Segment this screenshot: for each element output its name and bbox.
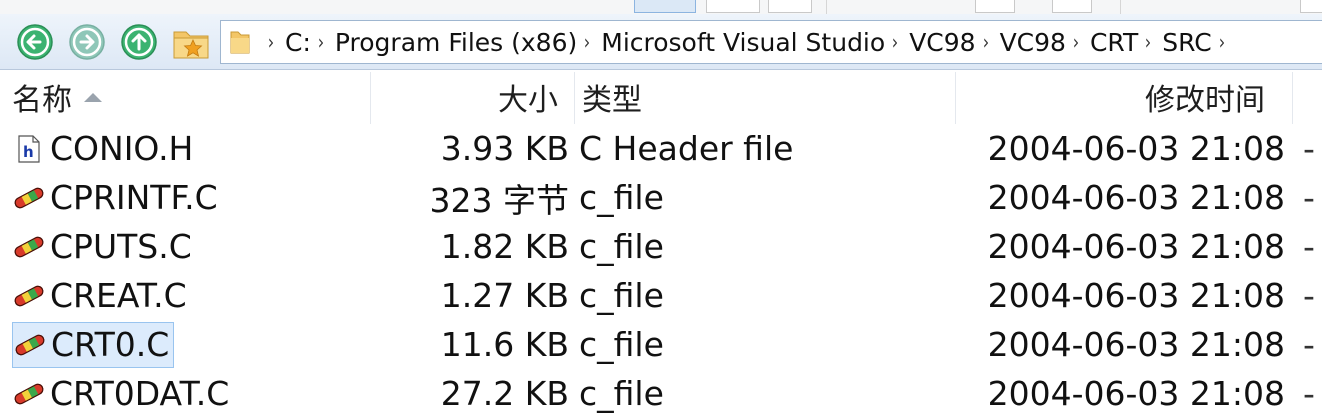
file-type: c_file bbox=[579, 325, 664, 364]
file-name-cell: CPUTS.C bbox=[12, 224, 196, 270]
toolbar-button[interactable] bbox=[1300, 0, 1322, 13]
forward-arrow-icon bbox=[69, 24, 105, 60]
toolbar-button[interactable] bbox=[975, 0, 1015, 13]
up-arrow-icon bbox=[121, 24, 157, 60]
file-size: 1.82 KB bbox=[440, 227, 569, 266]
column-header-name[interactable]: 名称 bbox=[12, 70, 102, 124]
up-button[interactable] bbox=[120, 23, 158, 61]
view-details-button[interactable] bbox=[634, 0, 696, 13]
file-row[interactable]: CPRINTF.C 323 字节 c_file 2004-06-03 21:08… bbox=[0, 173, 1322, 222]
c-file-icon bbox=[12, 184, 46, 212]
file-row[interactable]: CRT0DAT.C 27.2 KB c_file 2004-06-03 21:0… bbox=[0, 369, 1322, 418]
file-extra: - bbox=[1303, 374, 1315, 413]
breadcrumb-item-visual-studio[interactable]: Microsoft Visual Studio bbox=[601, 28, 885, 57]
file-name-cell: CRT0DAT.C bbox=[12, 371, 233, 417]
breadcrumb-separator[interactable]: › bbox=[318, 30, 324, 54]
column-header-size[interactable]: 大小 bbox=[498, 70, 558, 124]
file-name-cell: h CONIO.H bbox=[12, 126, 197, 172]
file-name: CRT0.C bbox=[51, 325, 170, 364]
column-header-size-label: 大小 bbox=[498, 83, 558, 118]
address-bar[interactable]: › C: › Program Files (x86) › Microsoft V… bbox=[220, 20, 1322, 64]
c-file-icon bbox=[12, 380, 46, 408]
column-header-type[interactable]: 类型 bbox=[582, 70, 642, 124]
column-header-modified[interactable]: 修改时间 bbox=[1145, 70, 1265, 124]
c-file-icon bbox=[13, 331, 47, 359]
file-type: C Header file bbox=[579, 129, 794, 168]
file-name: CRT0DAT.C bbox=[50, 374, 230, 413]
breadcrumb-separator[interactable]: › bbox=[268, 30, 274, 54]
file-modified: 2004-06-03 21:08 bbox=[987, 374, 1285, 413]
file-size: 27.2 KB bbox=[440, 374, 569, 413]
column-divider[interactable] bbox=[370, 72, 371, 124]
file-type: c_file bbox=[579, 227, 664, 266]
file-row-selected[interactable]: CRT0.C 11.6 KB c_file 2004-06-03 21:08 - bbox=[0, 320, 1322, 369]
breadcrumb-item-vc98-inner[interactable]: VC98 bbox=[1000, 28, 1066, 57]
file-modified: 2004-06-03 21:08 bbox=[987, 178, 1285, 217]
c-file-icon bbox=[12, 233, 46, 261]
file-modified: 2004-06-03 21:08 bbox=[987, 325, 1285, 364]
breadcrumb-item-program-files[interactable]: Program Files (x86) bbox=[335, 28, 577, 57]
breadcrumb-item-src[interactable]: SRC bbox=[1162, 28, 1211, 57]
breadcrumb-item-crt[interactable]: CRT bbox=[1090, 28, 1138, 57]
breadcrumb-separator[interactable]: › bbox=[1218, 30, 1224, 54]
toolbar-button[interactable] bbox=[1052, 0, 1092, 13]
h-file-icon: h bbox=[12, 134, 46, 163]
file-name: CREAT.C bbox=[50, 276, 187, 315]
column-headers: 名称 大小 类型 修改时间 bbox=[0, 70, 1322, 124]
svg-text:h: h bbox=[23, 143, 34, 161]
star-folder-icon bbox=[173, 31, 209, 59]
file-name-cell: CRT0.C bbox=[12, 321, 175, 368]
c-file-icon bbox=[12, 282, 46, 310]
recent-locations-button[interactable] bbox=[172, 24, 210, 62]
file-type: c_file bbox=[579, 178, 664, 217]
column-header-type-label: 类型 bbox=[582, 83, 642, 118]
file-row[interactable]: CREAT.C 1.27 KB c_file 2004-06-03 21:08 … bbox=[0, 271, 1322, 320]
file-size: 1.27 KB bbox=[440, 276, 569, 315]
breadcrumb-item-vc98[interactable]: VC98 bbox=[909, 28, 975, 57]
breadcrumb-separator[interactable]: › bbox=[1145, 30, 1151, 54]
file-extra: - bbox=[1303, 227, 1315, 266]
file-name: CPUTS.C bbox=[50, 227, 192, 266]
breadcrumb-separator[interactable]: › bbox=[892, 30, 898, 54]
column-divider[interactable] bbox=[1292, 72, 1293, 124]
file-extra: - bbox=[1303, 276, 1315, 315]
toolbar-divider bbox=[826, 0, 827, 14]
file-size: 323 字节 bbox=[429, 180, 569, 220]
file-extra: - bbox=[1303, 178, 1315, 217]
toolbar-divider bbox=[1120, 0, 1121, 14]
navigation-bar: › C: › Program Files (x86) › Microsoft V… bbox=[0, 14, 1322, 70]
view-list-button[interactable] bbox=[706, 0, 760, 13]
back-arrow-icon bbox=[17, 24, 53, 60]
file-row[interactable]: CPUTS.C 1.82 KB c_file 2004-06-03 21:08 … bbox=[0, 222, 1322, 271]
file-name-cell: CREAT.C bbox=[12, 273, 191, 319]
file-type: c_file bbox=[579, 374, 664, 413]
view-icons-button[interactable] bbox=[768, 0, 812, 13]
file-name: CONIO.H bbox=[50, 129, 194, 168]
column-header-name-label: 名称 bbox=[12, 83, 72, 118]
file-extra: - bbox=[1303, 325, 1315, 364]
file-row[interactable]: h CONIO.H 3.93 KB C Header file 2004-06-0… bbox=[0, 124, 1322, 173]
sort-ascending-icon bbox=[84, 92, 102, 102]
file-type: c_file bbox=[579, 276, 664, 315]
forward-button[interactable] bbox=[68, 23, 106, 61]
back-button[interactable] bbox=[16, 23, 54, 61]
file-name-cell: CPRINTF.C bbox=[12, 175, 222, 221]
folder-icon bbox=[230, 31, 250, 54]
file-modified: 2004-06-03 21:08 bbox=[987, 129, 1285, 168]
breadcrumb-separator[interactable]: › bbox=[1073, 30, 1079, 54]
file-name: CPRINTF.C bbox=[50, 178, 218, 217]
file-modified: 2004-06-03 21:08 bbox=[987, 227, 1285, 266]
breadcrumb-item-drive[interactable]: C: bbox=[285, 28, 311, 57]
column-header-modified-label: 修改时间 bbox=[1145, 83, 1265, 118]
view-toolbar bbox=[0, 0, 1322, 14]
file-size: 11.6 KB bbox=[440, 325, 569, 364]
column-divider[interactable] bbox=[574, 72, 575, 124]
breadcrumb-separator[interactable]: › bbox=[584, 30, 590, 54]
file-extra: - bbox=[1303, 129, 1315, 168]
column-divider[interactable] bbox=[955, 72, 956, 124]
file-modified: 2004-06-03 21:08 bbox=[987, 276, 1285, 315]
breadcrumb-separator[interactable]: › bbox=[982, 30, 988, 54]
file-size: 3.93 KB bbox=[440, 129, 569, 168]
